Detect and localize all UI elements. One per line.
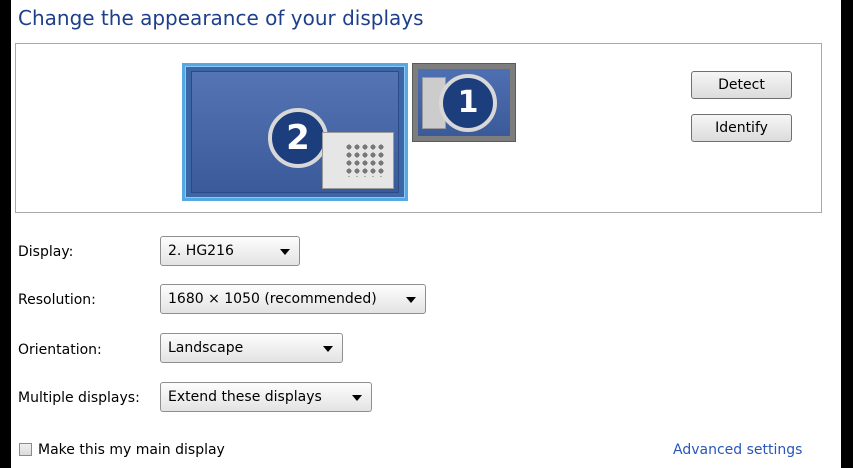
multiple-displays-select[interactable]: Extend these displays (160, 382, 372, 412)
display-select-value: 2. HG216 (168, 243, 234, 259)
resolution-label: Resolution: (18, 292, 96, 308)
identify-button[interactable]: Identify (691, 114, 792, 142)
monitor-1[interactable]: 1 (412, 63, 516, 142)
multiple-displays-label: Multiple displays: (18, 390, 140, 406)
advanced-settings-link[interactable]: Advanced settings (673, 442, 802, 458)
orientation-select[interactable]: Landscape (160, 333, 343, 363)
chevron-down-icon (352, 395, 362, 401)
multiple-displays-select-value: Extend these displays (168, 389, 322, 405)
chevron-down-icon (323, 346, 333, 352)
resolution-select[interactable]: 1680 × 1050 (recommended) (160, 284, 426, 314)
display-settings-panel: Change the appearance of your displays 2… (11, 0, 841, 468)
display-arrangement-area[interactable]: 2 1 Detect Identify (15, 43, 822, 213)
detect-button[interactable]: Detect (691, 71, 792, 99)
window-thumbnail-icon (322, 132, 394, 189)
display-select[interactable]: 2. HG216 (160, 236, 300, 266)
chevron-down-icon (280, 249, 290, 255)
orientation-select-value: Landscape (168, 340, 244, 356)
page-title: Change the appearance of your displays (18, 6, 424, 30)
main-display-label[interactable]: Make this my main display (38, 442, 225, 458)
main-display-checkbox[interactable] (19, 443, 32, 456)
chevron-down-icon (406, 297, 416, 303)
monitor-1-screen: 1 (418, 69, 510, 136)
orientation-label: Orientation: (18, 342, 102, 358)
monitor-number-1: 1 (439, 74, 497, 132)
display-label: Display: (18, 244, 74, 260)
monitor-2[interactable]: 2 (182, 63, 408, 201)
monitor-number-2: 2 (268, 108, 328, 168)
resolution-select-value: 1680 × 1050 (recommended) (168, 291, 377, 307)
monitor-2-screen: 2 (191, 71, 399, 193)
